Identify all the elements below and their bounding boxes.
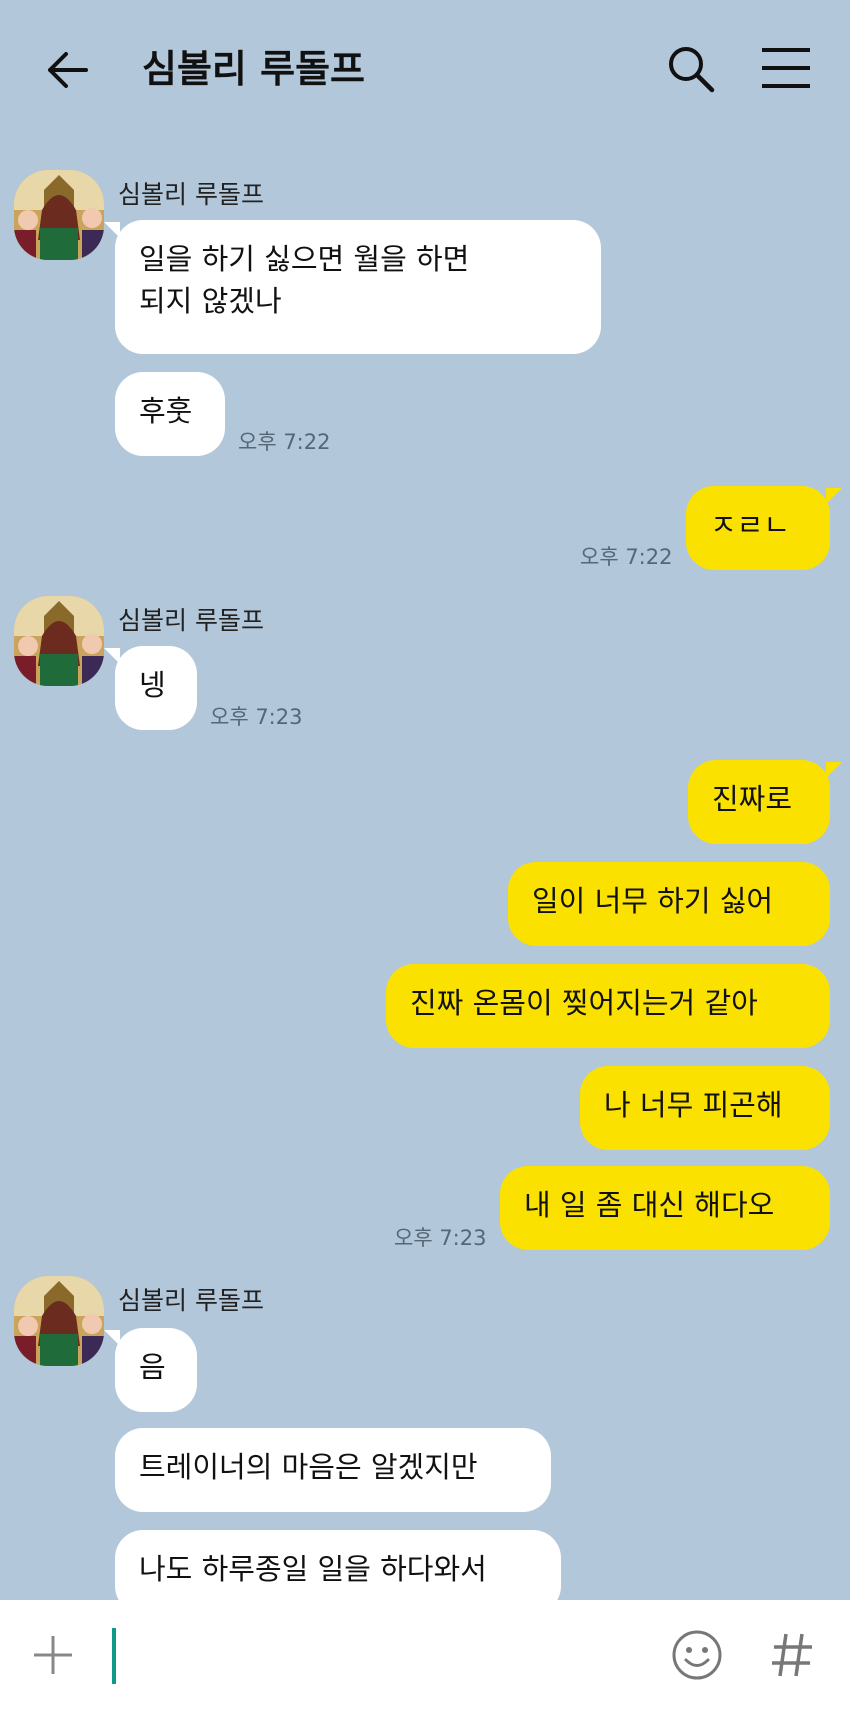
profile-image	[14, 1276, 104, 1366]
sender-name: 심볼리 루돌프	[118, 1286, 264, 1315]
message-time: 오후 7:22	[580, 545, 673, 569]
hashtag-icon	[772, 1633, 812, 1677]
menu-button[interactable]	[756, 40, 816, 98]
message-bubble[interactable]: 진짜로	[688, 760, 830, 844]
emoji-button[interactable]	[670, 1628, 724, 1682]
plus-icon	[34, 1636, 72, 1674]
bubble-tail	[826, 488, 842, 504]
message-bubble[interactable]: 음	[115, 1328, 197, 1412]
avatar[interactable]	[14, 170, 104, 260]
message-bubble[interactable]: 일이 너무 하기 싫어	[508, 862, 830, 946]
message-text: 진짜 온몸이 찢어지는거 같아	[410, 986, 758, 1020]
message-text: 진짜로	[712, 782, 793, 816]
message-text: 나도 하루종일 일을 하다와서	[139, 1552, 487, 1586]
message-text: 음	[139, 1350, 166, 1384]
text-caret	[112, 1628, 116, 1684]
message-text: 일이 너무 하기 싫어	[532, 884, 774, 918]
back-button[interactable]	[40, 42, 96, 98]
message-text: 나 너무 피곤해	[604, 1088, 783, 1122]
message-time: 오후 7:23	[394, 1226, 487, 1250]
message-bubble[interactable]: 일을 하기 싫으면 월을 하면 되지 않겠나	[115, 220, 601, 354]
message-input[interactable]	[108, 1624, 648, 1688]
profile-image	[14, 170, 104, 260]
sender-name: 심볼리 루돌프	[118, 180, 264, 209]
message-time: 오후 7:22	[238, 430, 331, 454]
message-text: 일을 하기 싫으면 월을 하면	[139, 242, 470, 276]
message-bubble[interactable]: 내 일 좀 대신 해다오	[500, 1166, 830, 1250]
bubble-tail	[826, 762, 842, 778]
hashtag-button[interactable]	[770, 1630, 814, 1680]
message-text: 트레이너의 마음은 알겠지만	[139, 1450, 478, 1484]
search-button[interactable]	[662, 40, 720, 98]
message-bubble[interactable]: ㅈㄹㄴ	[686, 486, 830, 570]
message-text: 되지 않겠나	[139, 284, 282, 318]
sender-name: 심볼리 루돌프	[118, 606, 264, 635]
chat-header: 심볼리 루돌프	[0, 0, 850, 138]
message-text: 넹	[139, 668, 166, 702]
message-text: 내 일 좀 대신 해다오	[524, 1188, 775, 1222]
chat-title: 심볼리 루돌프	[142, 47, 365, 91]
profile-image	[14, 596, 104, 686]
emoji-icon	[672, 1630, 722, 1680]
message-time: 오후 7:23	[210, 705, 303, 729]
message-bubble[interactable]: 진짜 온몸이 찢어지는거 같아	[386, 964, 830, 1048]
message-bubble[interactable]: 후훗	[115, 372, 225, 456]
message-text: 후훗	[139, 394, 193, 428]
message-text: ㅈㄹㄴ	[710, 508, 791, 542]
avatar[interactable]	[14, 1276, 104, 1366]
message-bubble[interactable]: 넹	[115, 646, 197, 730]
message-bubble[interactable]: 나 너무 피곤해	[580, 1066, 830, 1150]
arrow-left-icon	[48, 52, 88, 88]
hamburger-menu-icon	[762, 48, 810, 88]
avatar[interactable]	[14, 596, 104, 686]
search-icon	[669, 47, 715, 93]
message-input-bar	[0, 1600, 850, 1713]
message-bubble[interactable]: 트레이너의 마음은 알겠지만	[115, 1428, 551, 1512]
attach-button[interactable]	[30, 1632, 76, 1678]
